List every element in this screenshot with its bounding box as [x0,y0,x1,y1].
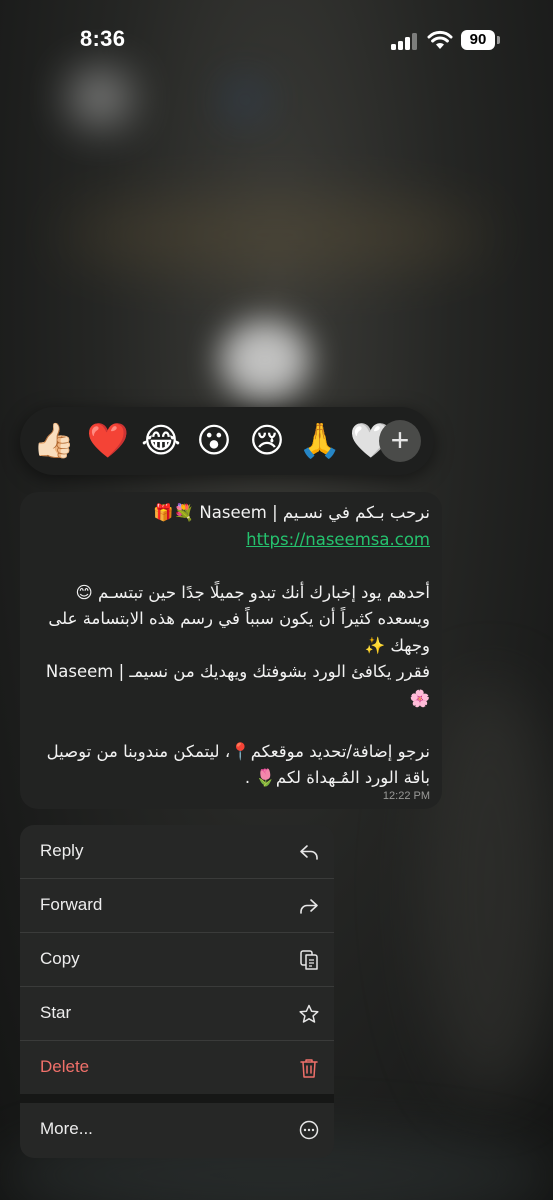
message-timestamp: 12:22 PM [382,790,430,802]
laugh-reaction[interactable]: 😂 [137,417,185,465]
forward-menu-item[interactable]: Forward [20,879,334,932]
pray-reaction[interactable]: 🙏 [296,417,344,465]
forward-icon [300,899,318,914]
more-label: More... [40,1119,93,1138]
cellular-signal-icon [391,32,419,50]
wifi-icon [427,30,453,49]
battery-level: 90 [461,30,495,50]
message-paragraph: أحدهم يود إخبارك أنك تبدو جميلًا جدًا حي… [48,582,430,655]
message-paragraph: نرجو إضافة/تحديد موقعكم📍، ليتمكن مندوبنا… [46,741,430,788]
message-text: نرحب بـكم في نسـيم | Naseem 💐🎁 https://n… [30,500,430,792]
heart-reaction[interactable]: ❤️ [84,417,132,465]
message-paragraph: فقرر يكافئ الورد بشوفتك ويهديك من نسيمـ … [45,662,430,708]
surprised-reaction[interactable]: 😮 [190,417,238,465]
trash-icon [300,1059,318,1078]
star-menu-item[interactable]: Star [20,987,334,1040]
forward-label: Forward [40,895,103,914]
delete-label: Delete [40,1057,90,1076]
status-bar: 8:36 90 [0,0,553,80]
reaction-bar: 👍🏻 ❤️ 😂 😮 😢 🙏 🤍 + [20,407,434,475]
add-reaction-button[interactable]: + [379,420,421,462]
battery-icon [497,36,500,44]
copy-menu-item[interactable]: Copy [20,933,334,986]
message-bubble[interactable]: نرحب بـكم في نسـيم | Naseem 💐🎁 https://n… [20,492,442,809]
more-ellipsis-icon [299,1120,319,1140]
more-menu-item[interactable]: More... [20,1103,334,1156]
message-link[interactable]: https://naseemsa.com [30,527,430,554]
copy-label: Copy [40,949,80,968]
message-greeting: نرحب بـكم في نسـيم | Naseem 💐🎁 [153,503,430,522]
crying-reaction[interactable]: 😢 [243,417,291,465]
reply-menu-item[interactable]: Reply [20,825,334,878]
copy-icon [300,950,318,970]
context-menu: Reply Forward Copy Star Delete More... [20,825,334,1158]
star-icon [299,1004,319,1023]
thumbs-up-reaction[interactable]: 👍🏻 [30,417,78,465]
delete-menu-item[interactable]: Delete [20,1041,334,1094]
reply-label: Reply [40,841,84,860]
star-label: Star [40,1003,72,1022]
status-time: 8:36 [80,26,126,51]
reply-icon [300,845,318,860]
